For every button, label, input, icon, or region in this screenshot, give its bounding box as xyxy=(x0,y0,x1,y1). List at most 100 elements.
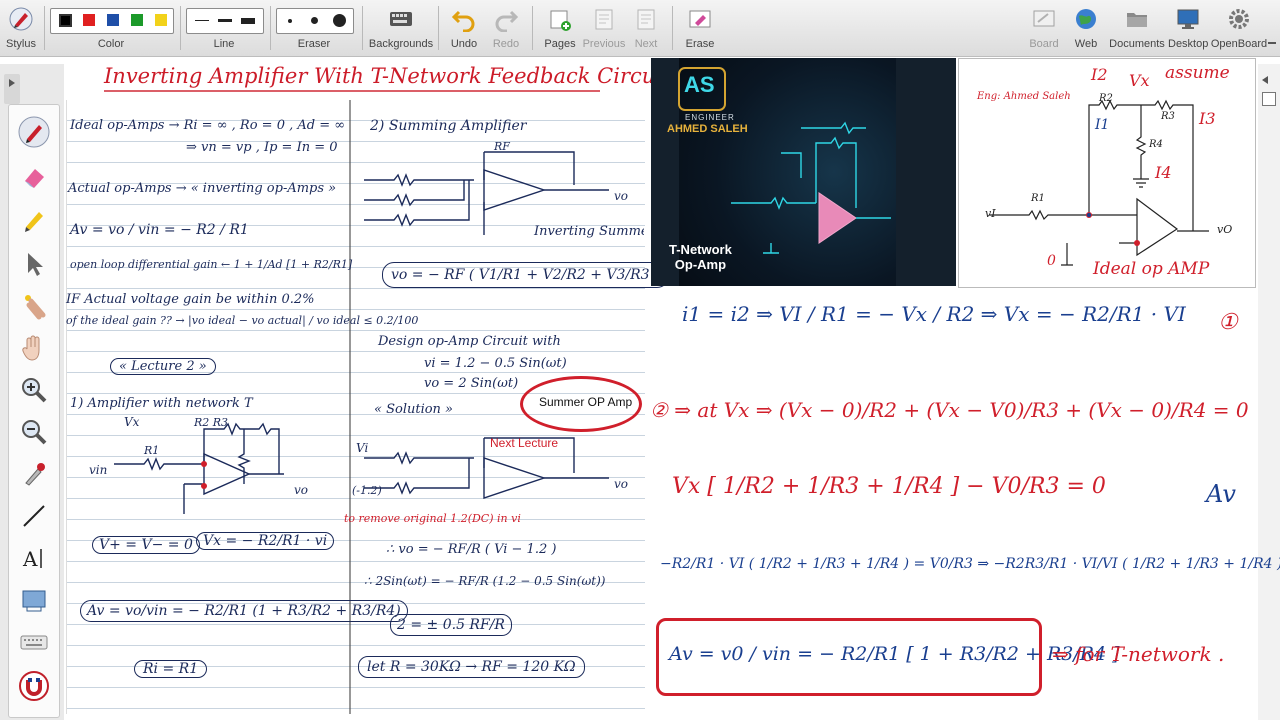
video-thumbnail-image: AS ENGINEER AHMED SALEH T-Network Op-Amp xyxy=(651,58,956,286)
pipette-icon xyxy=(25,463,45,486)
final-formula-box: Av = v0 / vin = − R2/R1 [ 1 + R3/R2 + R3… xyxy=(656,618,1120,696)
svg-text:R1: R1 xyxy=(143,444,159,457)
line-tool-icon xyxy=(23,505,45,527)
color-black-swatch[interactable] xyxy=(59,14,72,27)
color-group: Color xyxy=(48,0,174,56)
next-page-button[interactable]: Next xyxy=(626,0,666,56)
eraser-small-option[interactable] xyxy=(288,19,292,23)
gear-icon xyxy=(1229,9,1249,29)
desktop-button[interactable]: Desktop xyxy=(1168,0,1208,56)
note-remove-dc: to remove original 1.2(DC) in vi xyxy=(344,512,521,525)
laser-icon xyxy=(25,295,46,320)
circuit-vo: vO xyxy=(1217,223,1233,236)
tool-palette: A xyxy=(8,104,60,718)
note-summing: 2) Summing Amplifier xyxy=(370,118,527,134)
t-network-circuit-image: Eng: Ahmed Saleh assume I2 Vx I3 I4 I1 R… xyxy=(958,58,1256,288)
note-vx: Vx = − R2/R1 · vi xyxy=(196,532,335,550)
eraser-tool[interactable] xyxy=(17,159,51,193)
chevron-left-icon[interactable] xyxy=(1262,76,1268,84)
previous-page-button[interactable]: Previous xyxy=(582,0,626,56)
chevron-right-icon xyxy=(9,79,15,87)
svg-text:(-1.2): (-1.2) xyxy=(352,484,382,497)
eraser-icon xyxy=(25,169,44,188)
stylus-button[interactable]: Stylus xyxy=(0,0,42,56)
highlighter-tool[interactable] xyxy=(17,203,51,237)
note-av-formula: Av = vo/vin = − R2/R1 (1 + R3/R2 + R3/R4… xyxy=(80,600,408,622)
circuit-i4: I4 xyxy=(1155,163,1172,182)
note-lecture-2: « Lecture 2 » xyxy=(110,358,216,375)
color-red-swatch[interactable] xyxy=(83,14,95,26)
laser-pointer-tool[interactable] xyxy=(17,289,51,323)
erase-button[interactable]: Erase xyxy=(678,0,722,56)
circuit-i3: I3 xyxy=(1199,109,1216,128)
note-ideal: Ideal op-Amps → Ri = ∞ , Ro = 0 , Ad = ∞ xyxy=(70,118,346,133)
note-design: Design op-Amp Circuit with xyxy=(378,334,561,349)
openboard-menu-button[interactable]: OpenBoard xyxy=(1208,0,1270,56)
add-page-icon xyxy=(550,10,571,31)
note-sin-equation: ∴ 2Sin(ωt) = − RF/R (1.2 − 0.5 Sin(ωt)) xyxy=(364,574,606,588)
line-medium-option[interactable] xyxy=(218,19,232,22)
note-v-plus-minus: V+ = V− = 0 xyxy=(92,536,200,554)
globe-icon xyxy=(1076,9,1096,29)
board-icon xyxy=(1033,10,1055,27)
minimize-icon[interactable] xyxy=(1268,42,1276,44)
palette-collapse-handle[interactable] xyxy=(4,74,20,104)
math-av-label: Av xyxy=(1206,480,1236,508)
circuit-ideal-op: Ideal op AMP xyxy=(1093,259,1210,279)
thumbnail-title: T-Network Op-Amp xyxy=(669,242,732,272)
board-mode-button[interactable]: Board xyxy=(1024,0,1064,56)
note-vi-design: vi = 1.2 − 0.5 Sin(ωt) xyxy=(424,356,567,371)
pipette-tool[interactable] xyxy=(17,457,51,491)
math-for-t-network: ⇒ for T-network . xyxy=(1052,642,1225,666)
folder-icon xyxy=(1127,13,1147,27)
svg-text:vo: vo xyxy=(294,483,308,497)
hand-icon xyxy=(22,335,40,361)
pen-tool[interactable] xyxy=(17,115,51,149)
circuit-author: Eng: Ahmed Saleh xyxy=(977,91,1071,102)
pages-button[interactable]: Pages xyxy=(538,0,582,56)
web-button[interactable]: Web xyxy=(1066,0,1106,56)
note-amplifier-network: 1) Amplifier with network T xyxy=(70,396,253,411)
documents-button[interactable]: Documents xyxy=(1106,0,1168,56)
monitor-icon xyxy=(1177,9,1199,29)
line-thick-option[interactable] xyxy=(241,18,255,24)
line-tool[interactable] xyxy=(17,499,51,533)
summer-op-amp-callout: Summer OP Amp xyxy=(520,376,642,432)
color-palette xyxy=(50,8,174,34)
next-lecture-label: Next Lecture xyxy=(490,436,559,450)
zoom-in-tool[interactable] xyxy=(17,373,51,407)
virtual-keyboard-tool[interactable] xyxy=(17,625,51,659)
math-equation-4: −R2/R1 · VI ( 1/R2 + 1/R3 + 1/R4 ) = V0/… xyxy=(660,556,1280,572)
backgrounds-button[interactable]: Backgrounds xyxy=(368,0,434,56)
note-gain: Av = vo / vin = − R2 / R1 xyxy=(70,222,249,238)
color-green-swatch[interactable] xyxy=(131,14,143,26)
undo-button[interactable]: Undo xyxy=(444,0,484,56)
circuit-assume: assume xyxy=(1165,63,1230,83)
previous-page-icon xyxy=(595,9,613,30)
magnet-tool[interactable] xyxy=(17,669,51,703)
color-yellow-swatch[interactable] xyxy=(155,14,167,26)
note-actual: Actual op-Amps → « inverting op-Amps » xyxy=(68,181,337,196)
math-equation-3: Vx [ 1/R2 + 1/R3 + 1/R4 ] − V0/R3 = 0 xyxy=(672,474,1106,499)
zoom-out-tool[interactable] xyxy=(17,415,51,449)
note-vo-design: vo = 2 Sin(ωt) xyxy=(424,376,519,391)
redo-icon xyxy=(495,10,519,32)
line-group: Line xyxy=(184,0,264,56)
selector-tool[interactable] xyxy=(17,247,51,281)
circuit-r3: R3 xyxy=(1161,111,1175,122)
note-if-actual: IF Actual voltage gain be within 0.2% xyxy=(66,292,315,307)
capture-tool[interactable] xyxy=(17,583,51,617)
math-equation-2: ② ⇒ at Vx ⇒ (Vx − 0)/R2 + (Vx − V0)/R3 +… xyxy=(650,398,1249,422)
note-solution: « Solution » xyxy=(374,402,454,417)
eraser-large-option[interactable] xyxy=(333,14,346,27)
svg-text:Vi: Vi xyxy=(356,441,368,455)
color-blue-swatch[interactable] xyxy=(107,14,119,26)
page-panel-icon[interactable] xyxy=(1262,92,1276,106)
line-thin-option[interactable] xyxy=(195,20,209,21)
eraser-medium-option[interactable] xyxy=(311,17,318,24)
text-tool[interactable]: A xyxy=(17,541,51,575)
hand-tool[interactable] xyxy=(17,331,51,365)
svg-text:vo: vo xyxy=(614,477,628,491)
redo-button[interactable]: Redo xyxy=(486,0,526,56)
page-title: Inverting Amplifier With T-Network Feedb… xyxy=(104,64,671,88)
